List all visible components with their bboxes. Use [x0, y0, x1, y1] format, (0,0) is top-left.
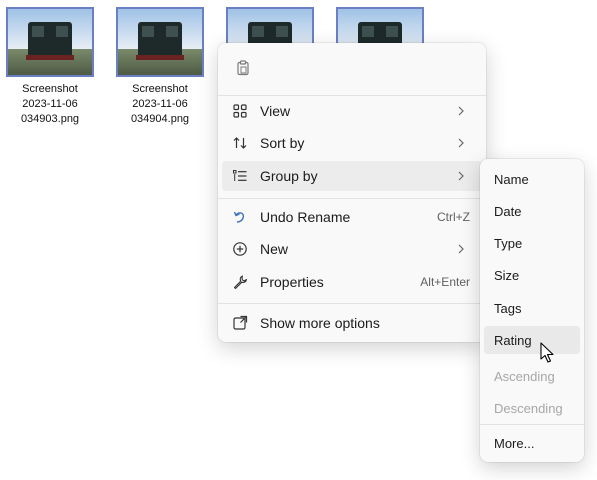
file-item[interactable]: Screenshot 2023-11-06 034904.png [114, 7, 206, 127]
chevron-right-icon [454, 170, 468, 182]
new-plus-icon [231, 240, 249, 258]
file-name-line2: 2023-11-06 [132, 98, 188, 110]
shortcut-label: Alt+Enter [420, 275, 470, 289]
context-menu-toolbar [218, 43, 486, 95]
menu-item-new[interactable]: New [222, 234, 482, 264]
menu-item-label: Sort by [260, 135, 305, 151]
wrench-icon [231, 273, 249, 291]
file-name-line3: 034904.png [130, 113, 190, 125]
file-name-line2: 2023-11-06 [22, 98, 78, 110]
menu-separator [218, 198, 486, 199]
file-thumbnail[interactable] [116, 7, 204, 77]
submenu-item-more[interactable]: More... [484, 429, 580, 457]
chevron-right-icon [454, 105, 468, 117]
context-menu: View Sort by Group by Undo Rename Ctrl+Z… [218, 43, 486, 342]
chevron-right-icon [454, 137, 468, 149]
menu-item-label: New [260, 241, 289, 257]
submenu-item-ascending: Ascending [484, 362, 580, 390]
menu-item-show-more-options[interactable]: Show more options [222, 308, 482, 338]
submenu-item-label: Date [494, 203, 522, 219]
file-name-line3: 034903.png [20, 113, 80, 125]
submenu-item-tags[interactable]: Tags [484, 294, 580, 322]
group-by-submenu: Name Date Type Size Tags Rating Ascendin… [480, 159, 584, 462]
menu-item-undo-rename[interactable]: Undo Rename Ctrl+Z [222, 202, 482, 232]
file-item[interactable]: Screenshot 2023-11-06 034903.png [4, 7, 96, 127]
paste-icon [237, 60, 249, 76]
menu-item-sort-by[interactable]: Sort by [222, 128, 482, 158]
view-grid-icon [231, 102, 249, 120]
submenu-item-date[interactable]: Date [484, 197, 580, 225]
menu-separator [480, 424, 584, 425]
paste-button[interactable] [230, 55, 256, 81]
submenu-item-label: Tags [494, 300, 522, 316]
file-name-line1: Screenshot [22, 83, 78, 95]
menu-item-label: Show more options [260, 315, 380, 331]
shortcut-label: Ctrl+Z [437, 210, 470, 224]
group-icon [231, 167, 249, 185]
menu-item-view[interactable]: View [222, 96, 482, 126]
menu-item-label: Group by [260, 168, 318, 184]
submenu-item-label: More... [494, 435, 535, 451]
menu-separator [218, 303, 486, 304]
submenu-item-label: Type [494, 235, 523, 251]
submenu-item-rating[interactable]: Rating [484, 326, 580, 354]
submenu-item-type[interactable]: Type [484, 229, 580, 257]
show-more-icon [231, 314, 249, 332]
submenu-item-label: Name [494, 171, 529, 187]
undo-icon [231, 208, 249, 226]
sort-icon [231, 134, 249, 152]
mouse-cursor-icon [540, 342, 554, 363]
submenu-item-size[interactable]: Size [484, 261, 580, 289]
submenu-item-label: Rating [494, 332, 532, 348]
submenu-item-label: Descending [494, 400, 563, 416]
submenu-item-label: Ascending [494, 368, 555, 384]
menu-item-group-by[interactable]: Group by [222, 161, 482, 191]
menu-item-properties[interactable]: Properties Alt+Enter [222, 267, 482, 297]
submenu-item-name[interactable]: Name [484, 165, 580, 193]
menu-item-label: Properties [260, 274, 324, 290]
chevron-right-icon [454, 243, 468, 255]
menu-item-label: View [260, 103, 291, 119]
submenu-item-label: Size [494, 267, 520, 283]
submenu-item-descending: Descending [484, 394, 580, 422]
file-name-line1: Screenshot [132, 83, 188, 95]
file-thumbnail[interactable] [6, 7, 94, 77]
desktop[interactable]: Screenshot 2023-11-06 034903.png Screens… [0, 0, 597, 480]
menu-item-label: Undo Rename [260, 209, 351, 225]
